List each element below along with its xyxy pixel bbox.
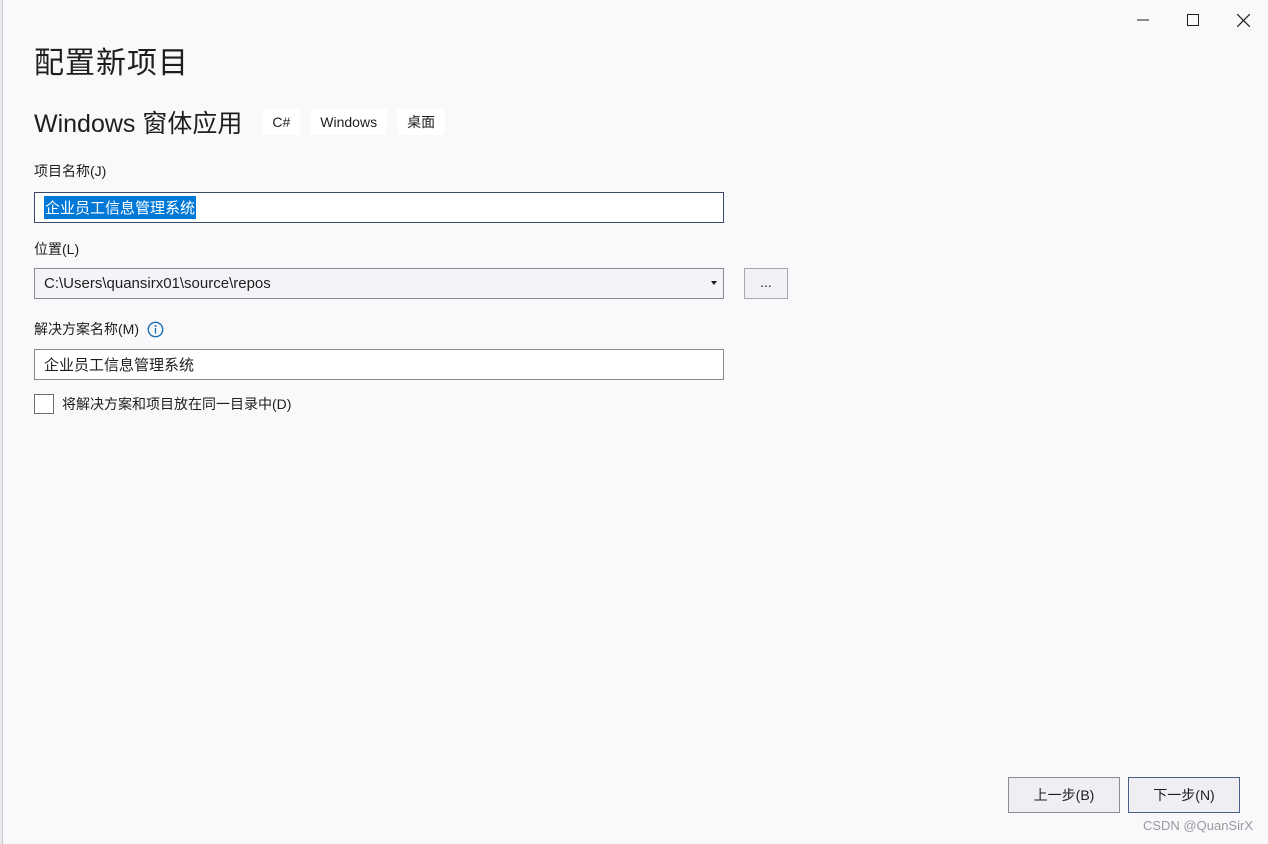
template-name: Windows 窗体应用 [34, 110, 243, 138]
tag-language: C# [262, 109, 301, 135]
location-combobox[interactable]: C:\Users\quansirx01\source\repos [34, 268, 724, 299]
template-info: Windows 窗体应用 C# Windows 桌面 [34, 104, 455, 140]
window-controls [1118, 6, 1268, 34]
close-button[interactable] [1218, 6, 1268, 34]
browse-button[interactable]: ... [744, 268, 788, 299]
project-name-input[interactable]: 企业员工信息管理系统 [34, 192, 724, 223]
tag-project-type: 桌面 [397, 109, 446, 135]
page-title: 配置新项目 [34, 47, 189, 80]
dropdown-arrow-icon[interactable] [711, 281, 717, 285]
same-directory-option[interactable]: 将解决方案和项目放在同一目录中(D) [34, 394, 291, 414]
next-button[interactable]: 下一步(N) [1128, 777, 1240, 813]
same-directory-checkbox[interactable] [34, 394, 54, 414]
configure-project-dialog: 配置新项目 Windows 窗体应用 C# Windows 桌面 项目名称(J)… [2, 0, 1268, 844]
solution-name-label: 解决方案名称(M) [34, 321, 139, 337]
back-button[interactable]: 上一步(B) [1008, 777, 1120, 813]
tag-platform: Windows [310, 109, 388, 135]
maximize-button[interactable] [1168, 6, 1218, 34]
location-value: C:\Users\quansirx01\source\repos [44, 275, 271, 292]
project-name-value: 企业员工信息管理系统 [44, 196, 197, 219]
watermark: CSDN @QuanSirX [1142, 818, 1253, 833]
solution-name-value: 企业员工信息管理系统 [44, 357, 195, 374]
minimize-button[interactable] [1118, 6, 1168, 34]
close-icon [1236, 13, 1250, 27]
minimize-icon [1137, 14, 1149, 26]
maximize-icon [1187, 14, 1199, 26]
project-name-label: 项目名称(J) [34, 163, 107, 179]
solution-name-label-row: 解决方案名称(M) [34, 319, 164, 339]
info-icon[interactable] [147, 321, 164, 338]
solution-name-input[interactable]: 企业员工信息管理系统 [34, 349, 724, 380]
location-label: 位置(L) [34, 241, 80, 257]
same-directory-label: 将解决方案和项目放在同一目录中(D) [62, 396, 292, 412]
